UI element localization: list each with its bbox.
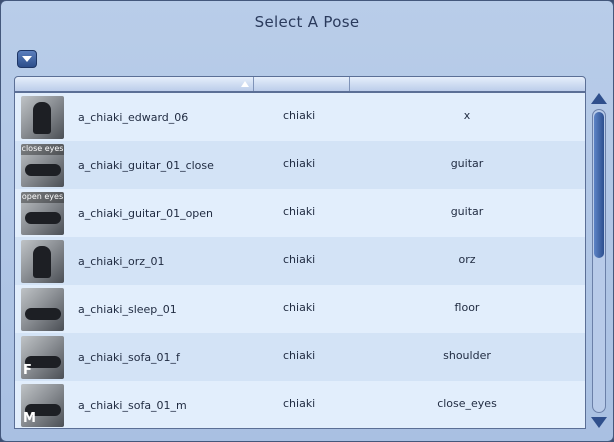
pose-name: a_chiaki_edward_06	[78, 111, 189, 124]
pose-thumbnail: open eyes	[21, 192, 64, 235]
column-header-character[interactable]	[253, 77, 350, 91]
pose-name: a_chiaki_sofa_01_f	[78, 351, 180, 364]
pose-thumbnail: F	[21, 336, 64, 379]
pose-category: shoulder	[443, 349, 491, 362]
sort-ascending-icon	[241, 81, 249, 87]
pose-name: a_chiaki_guitar_01_close	[78, 159, 214, 172]
pose-thumbnail: M	[21, 384, 64, 427]
pose-category: floor	[454, 301, 480, 314]
list-item[interactable]: a_chiaki_sleep_01 chiaki floor	[15, 285, 585, 333]
list-item[interactable]: close eyes a_chiaki_guitar_01_close chia…	[15, 141, 585, 189]
dialog-title: Select A Pose	[254, 13, 360, 31]
pose-category: guitar	[450, 157, 484, 170]
pose-selector-dialog: Select A Pose a_chiaki_edward_06 chiaki …	[0, 0, 614, 442]
pose-character: chiaki	[283, 397, 316, 410]
pose-character: chiaki	[283, 205, 316, 218]
pose-character: chiaki	[283, 253, 316, 266]
thumbnail-letter: F	[23, 363, 32, 378]
scrollbar-track[interactable]	[592, 109, 606, 413]
pose-thumbnail	[21, 288, 64, 331]
pose-thumbnail	[21, 96, 64, 139]
pose-name: a_chiaki_orz_01	[78, 255, 165, 268]
list-item[interactable]: a_chiaki_orz_01 chiaki orz	[15, 237, 585, 285]
column-header-category[interactable]	[349, 77, 585, 91]
pose-category: orz	[458, 253, 476, 266]
list-item[interactable]: F a_chiaki_sofa_01_f chiaki shoulder	[15, 333, 585, 381]
pose-character: chiaki	[283, 349, 316, 362]
scrollbar-thumb[interactable]	[594, 112, 604, 258]
list-item[interactable]: open eyes a_chiaki_guitar_01_open chiaki…	[15, 189, 585, 237]
pose-list: a_chiaki_edward_06 chiaki x close eyes a…	[14, 92, 586, 429]
pose-name: a_chiaki_sofa_01_m	[78, 399, 187, 412]
list-item[interactable]: M a_chiaki_sofa_01_m chiaki close_eyes	[15, 381, 585, 428]
pose-character: chiaki	[283, 301, 316, 314]
scroll-down-arrow-icon[interactable]	[591, 417, 607, 428]
pose-name: a_chiaki_sleep_01	[78, 303, 177, 316]
thumbnail-letter: M	[23, 411, 36, 426]
list-header	[14, 76, 586, 92]
pose-thumbnail	[21, 240, 64, 283]
scroll-up-arrow-icon[interactable]	[591, 93, 607, 104]
pose-character: chiaki	[283, 109, 316, 122]
chevron-down-icon	[22, 56, 32, 62]
pose-category: x	[463, 109, 471, 122]
thumbnail-caption: open eyes	[21, 192, 64, 203]
pose-name: a_chiaki_guitar_01_open	[78, 207, 214, 220]
thumbnail-caption: close eyes	[21, 144, 64, 155]
pose-thumbnail: close eyes	[21, 144, 64, 187]
list-item[interactable]: a_chiaki_edward_06 chiaki x	[15, 93, 585, 141]
column-header-name[interactable]	[15, 77, 254, 91]
pose-category: close_eyes	[437, 397, 497, 410]
pose-category: guitar	[450, 205, 484, 218]
filter-dropdown-button[interactable]	[17, 50, 37, 68]
pose-character: chiaki	[283, 157, 316, 170]
